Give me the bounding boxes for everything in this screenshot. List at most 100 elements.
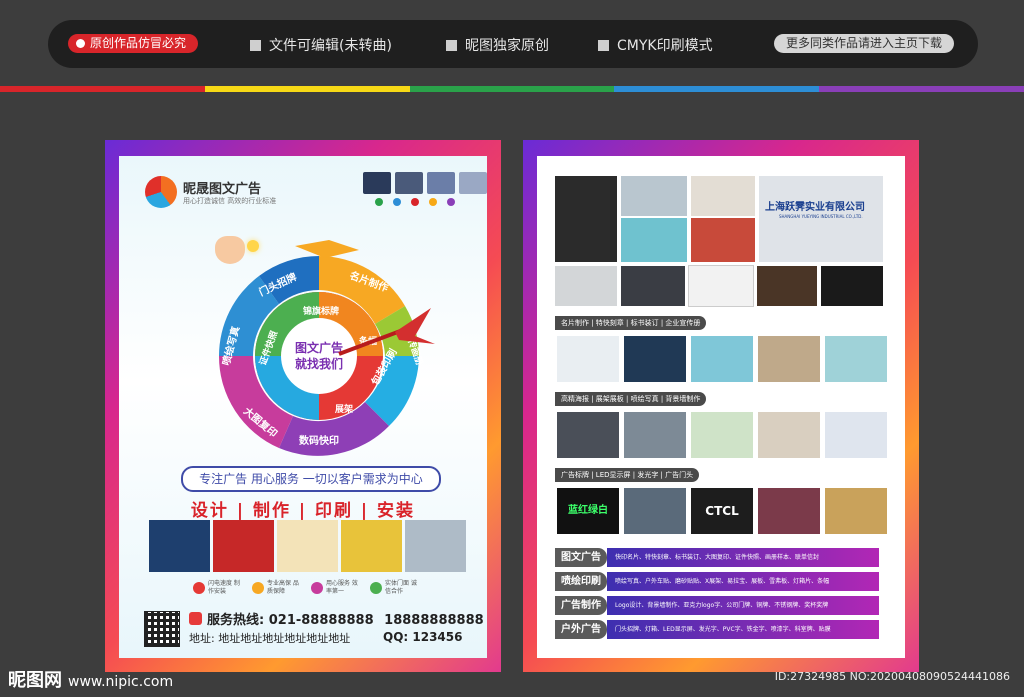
flyer-back: 上海跃霁实业有限公司 SHANGHAI YUEYING INDUSTRIAL C… — [523, 140, 919, 672]
product-photo — [213, 520, 274, 572]
wheel-center-line1: 图文广告 — [295, 340, 343, 355]
mobile-number: 18888888888 — [384, 613, 484, 628]
product-photo — [758, 412, 820, 458]
info-tag: 广告制作 — [555, 596, 607, 615]
store-icon — [370, 582, 382, 594]
info-row: 广告制作 Logo设计、背景墙制作、亚克力logo字、公司门牌、铜牌、不锈钢牌、… — [555, 596, 879, 615]
product-photo — [341, 520, 402, 572]
product-photo — [624, 412, 686, 458]
more-works-button[interactable]: 更多同类作品请进入主页下载 — [773, 34, 954, 53]
product-photo — [691, 336, 753, 382]
quality-icon — [252, 582, 264, 594]
section-label: 高精海报 | 展架展板 | 喷绘写真 | 背景墙制作 — [555, 392, 707, 406]
dot — [429, 198, 437, 206]
feature-item: 实体门面 诚信合作 — [370, 580, 421, 596]
wheel-label: 展架 — [335, 403, 353, 415]
product-photo — [825, 488, 887, 534]
address: 地址: 地址地址地址地址地址地址 — [189, 632, 351, 645]
stripe-yellow — [204, 86, 410, 92]
alert-icon — [76, 39, 85, 48]
top-banner: 原创作品仿冒必究 文件可编辑(未转曲) 昵图独家原创 CMYK印刷模式 更多同类… — [48, 20, 978, 68]
lightning-icon — [193, 582, 205, 594]
thumbnail — [395, 172, 423, 194]
thumbnail — [459, 172, 487, 194]
wheel-center-line2: 就找我们 — [295, 356, 343, 371]
color-stripes — [0, 86, 1024, 92]
company-sign-text: 上海跃霁实业有限公司 — [765, 202, 865, 213]
product-photo — [624, 336, 686, 382]
slogan-banner: 专注广告 用心服务 一切以客户需求为中心 — [181, 466, 441, 492]
square-icon — [598, 40, 609, 51]
hotline: 服务热线: 021-88888888 18888888888 — [207, 613, 484, 628]
info-tag: 户外广告 — [555, 620, 607, 639]
product-photo — [758, 488, 820, 534]
brand-name: 昵晟图文广告 — [183, 182, 262, 197]
section-photos — [557, 412, 887, 458]
wheel-label: 数码快印 — [299, 434, 339, 447]
product-photo — [557, 412, 619, 458]
product-photo — [621, 218, 687, 262]
dot — [411, 198, 419, 206]
image-id: ID:27324985 NO:20200408090524441086 — [774, 670, 1010, 683]
phone-icon — [189, 612, 202, 625]
product-photo — [758, 336, 820, 382]
product-photo — [621, 266, 685, 306]
product-photo — [557, 336, 619, 382]
wheel-label: 锦旗标牌 — [303, 305, 339, 317]
section-label: 广告标牌 | LED显示屏 | 发光字 | 广告门头 — [555, 468, 700, 482]
heart-icon — [311, 582, 323, 594]
feature-item: 专业高保 品质保障 — [252, 580, 303, 596]
feature-item: 闪电速度 制作安装 — [193, 580, 244, 596]
flyer-front-content: 昵晟图文广告 用心打造诚信 高效的行业标准 图文广告 就找我们 名片制作 门头招… — [119, 156, 487, 658]
company-sign-en: SHANGHAI YUEYING INDUSTRIAL CO.,LTD. — [779, 214, 863, 219]
wheel-center — [281, 318, 357, 394]
phone-number: 021-88888888 — [268, 613, 374, 628]
product-photo — [405, 520, 466, 572]
led-sign-photo: CTCL — [691, 488, 753, 534]
product-photo — [277, 520, 338, 572]
stripe-blue — [614, 86, 820, 92]
color-dots — [375, 198, 455, 206]
thumbnail — [363, 172, 391, 194]
product-photo — [821, 266, 883, 306]
feature-item: 用心服务 效率第一 — [311, 580, 362, 596]
product-photo — [149, 520, 210, 572]
brand-tagline: 用心打造诚信 高效的行业标准 — [183, 197, 277, 205]
thumbnail — [427, 172, 455, 194]
product-photo — [621, 176, 687, 216]
product-photos — [149, 520, 466, 572]
copyright-warning-badge: 原创作品仿冒必究 — [68, 34, 199, 53]
flyer-back-content: 上海跃霁实业有限公司 SHANGHAI YUEYING INDUSTRIAL C… — [537, 156, 905, 658]
dot — [447, 198, 455, 206]
info-row: 图文广告 快印名片、特快刻章、标书装订、大图复印、证件快照、画册样本、联单信封 — [555, 548, 879, 567]
stripe-purple — [819, 86, 1024, 92]
info-text: 喷绘写真、户外车贴、磨砂贴贴、X展架、易拉宝、展板、雪弗板、灯箱片、条幅 — [607, 572, 879, 591]
info-row: 户外广告 门头招牌、灯箱、LED显示屏、发光字、PVC字、铁金字、喷漆字、科室牌… — [555, 620, 879, 639]
site-watermark: 昵图网 www.nipic.com — [8, 670, 174, 691]
product-photo — [555, 176, 617, 262]
feature-exclusive: 昵图独家原创 — [446, 35, 549, 55]
services-heading: 设计 | 制作 | 印刷 | 安装 — [190, 501, 416, 521]
section-photos: 蓝红绿白 CTCL — [557, 488, 887, 534]
info-text: 门头招牌、灯箱、LED显示屏、发光字、PVC字、铁金字、喷漆字、科室牌、贴膜 — [607, 620, 879, 639]
product-photo — [691, 176, 755, 216]
info-text: Logo设计、背景墙制作、亚克力logo字、公司门牌、铜牌、不锈钢牌、奖杯奖牌 — [607, 596, 879, 615]
flyer-front: 昵晟图文广告 用心打造诚信 高效的行业标准 图文广告 就找我们 名片制作 门头招… — [105, 140, 501, 672]
sample-thumbnails — [363, 172, 487, 194]
service-wheel: 图文广告 就找我们 名片制作 门头招牌 喷绘写真 大图复印 数码快印 包装印刷 … — [218, 240, 435, 456]
qr-code — [144, 611, 180, 647]
dot — [393, 198, 401, 206]
product-photo — [691, 412, 753, 458]
product-photo — [555, 266, 617, 306]
qq-number: QQ: 123456 — [383, 630, 463, 644]
product-photo — [688, 265, 754, 307]
led-sign-photo: 蓝红绿白 — [557, 488, 619, 534]
info-tag: 喷绘印刷 — [555, 572, 607, 591]
info-tag: 图文广告 — [555, 548, 607, 567]
company-sign-photo: 上海跃霁实业有限公司 SHANGHAI YUEYING INDUSTRIAL C… — [759, 176, 883, 262]
section-photos — [557, 336, 887, 382]
product-photo — [825, 336, 887, 382]
dot — [375, 198, 383, 206]
feature-cmyk: CMYK印刷模式 — [598, 35, 713, 55]
product-photo — [691, 218, 755, 262]
